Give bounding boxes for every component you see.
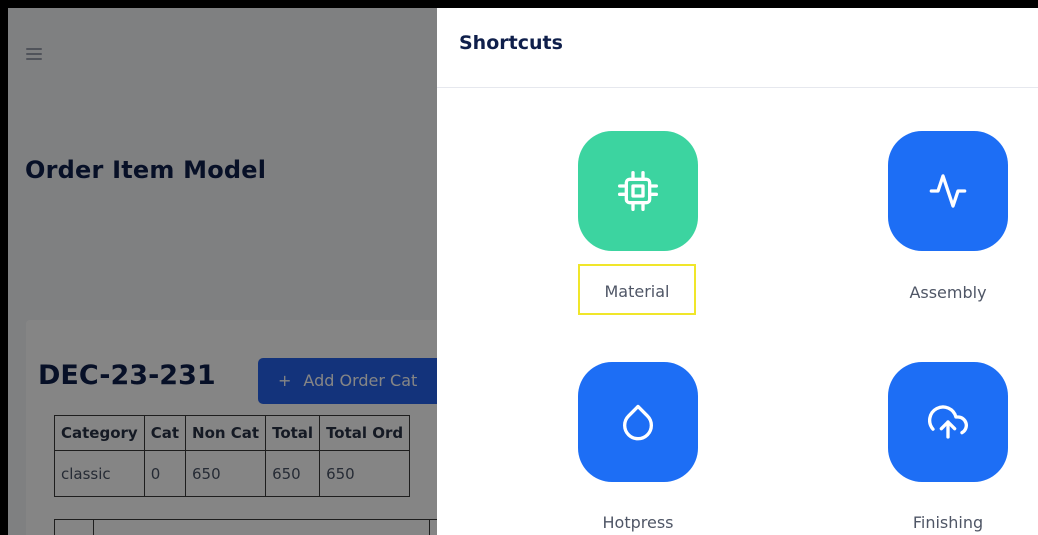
cloud-upload-icon <box>928 405 968 439</box>
assembly-label[interactable]: Assembly <box>868 283 1028 302</box>
drawer-header: Shortcuts <box>437 8 1038 88</box>
hotpress-shortcut-button[interactable] <box>578 362 698 482</box>
material-shortcut-button[interactable] <box>578 131 698 251</box>
finishing-shortcut-button[interactable] <box>888 362 1008 482</box>
droplet-icon <box>623 404 653 441</box>
finishing-label[interactable]: Finishing <box>868 513 1028 532</box>
cpu-icon <box>618 171 658 211</box>
material-label[interactable]: Material <box>578 264 696 315</box>
shortcuts-drawer: Shortcuts Material Assembly Hotpress Fin… <box>437 8 1038 535</box>
activity-icon <box>929 174 967 208</box>
app-frame: Order Item Model DEC-23-231 + Add Order C… <box>8 8 1038 535</box>
hotpress-label[interactable]: Hotpress <box>558 513 718 532</box>
drawer-title: Shortcuts <box>459 32 563 54</box>
assembly-shortcut-button[interactable] <box>888 131 1008 251</box>
